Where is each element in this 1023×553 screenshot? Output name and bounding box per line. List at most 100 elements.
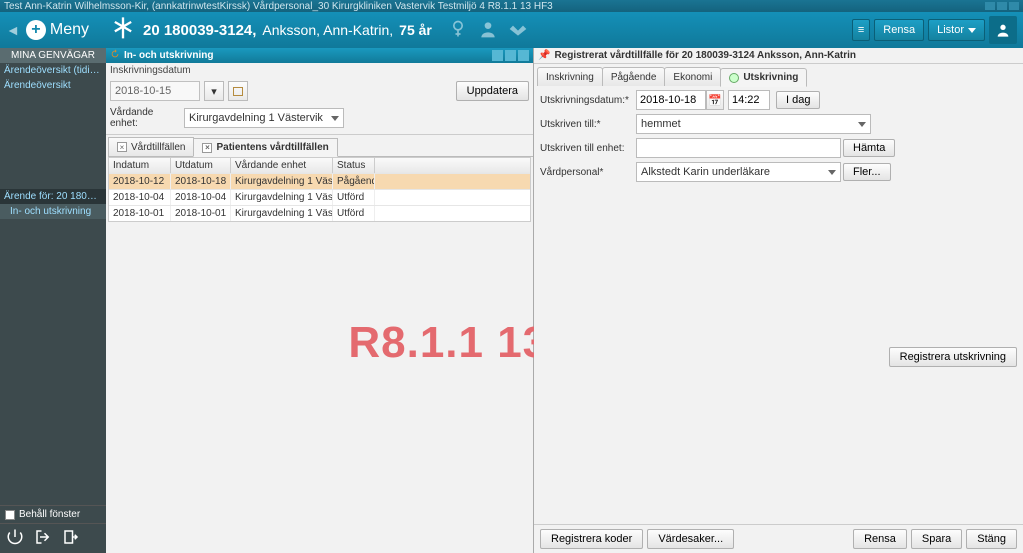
registered-title: Registrerat vårdtillfälle för 20 180039-… [554,50,856,61]
cell-ut: 2018-10-01 [171,206,231,221]
vardande-enhet-value2: Kirurgavdelning 1 Västervik [189,112,323,124]
gender-female-icon [448,19,468,42]
pane-min-icon[interactable] [492,50,503,61]
tab-utskrivning[interactable]: Utskrivning [720,68,807,87]
tab-label: Pågående [611,72,657,83]
col-utdatum[interactable]: Utdatum [171,158,231,173]
keep-window-row[interactable]: Behåll fönster [0,505,106,523]
hamta-button[interactable]: Hämta [843,139,895,157]
right-footer: Registrera koder Värdesaker... Rensa Spa… [534,524,1023,553]
maximize-icon[interactable] [997,2,1007,10]
window-controls [985,2,1019,10]
tab-label: Utskrivning [743,72,798,83]
cell-ut: 2018-10-04 [171,190,231,205]
logout-icon[interactable] [34,528,52,549]
stang-button[interactable]: Stäng [966,529,1017,549]
idag-button[interactable]: I dag [776,91,820,109]
chevron-down-icon [968,28,976,33]
vardpersonal-value: Alkstedt Karin underläkare [641,166,770,178]
minimize-icon[interactable] [985,2,995,10]
pane-close-icon[interactable] [518,50,529,61]
sidebar-bottom-icons [0,523,106,553]
tab-label: Patientens vårdtillfällen [216,142,328,153]
idag-label: I dag [786,94,810,106]
utskriven-enhet-input[interactable] [636,138,841,158]
app-header: ◄ + Meny 20 180039-3124, Anksson, Ann-Ka… [0,12,1023,48]
cell-in: 2018-10-04 [109,190,171,205]
tab-close-icon[interactable]: × [117,142,127,152]
star-of-life-icon [109,15,137,46]
filter-button[interactable]: ≡ [852,19,870,41]
utskriven-till-value: hemmet [641,118,681,130]
inskr-label: Inskrivningsdatum [106,63,533,78]
rensa-button-footer[interactable]: Rensa [853,529,907,549]
inskr-date-input[interactable] [110,81,200,101]
registrera-utskrivning-button[interactable]: Registrera utskrivning [889,347,1017,367]
sidebar-link-arendeoversikt-old[interactable]: Ärendeöversikt (tidigare version) [0,63,106,78]
vardande-enhet-select[interactable]: Kirurgavdelning 1 Västervik [184,108,344,128]
utskriven-till-select[interactable]: hemmet [636,114,871,134]
keep-window-checkbox[interactable] [5,510,15,520]
grid-header: Indatum Utdatum Vårdande enhet Status [109,158,530,173]
left-pane: In- och utskrivning Inskrivningsdatum ▾ … [106,48,534,553]
back-icon[interactable]: ◄ [6,22,20,38]
user-menu-button[interactable] [989,16,1017,44]
close-icon[interactable] [1009,2,1019,10]
cell-status: Utförd [333,190,375,205]
registered-header: 📌 Registrerat vårdtillfälle för 20 18003… [534,48,1023,64]
tab-ekonomi[interactable]: Ekonomi [664,67,721,86]
menu-label: Meny [50,21,89,39]
col-status[interactable]: Status [333,158,375,173]
grid-row[interactable]: 2018-10-01 2018-10-01 Kirurgavdelning 1 … [109,205,530,221]
cell-enhet: Kirurgavdelning 1 Västervik [231,174,333,189]
tab-pagaende[interactable]: Pågående [602,67,666,86]
chevron-down-icon [331,116,339,121]
date-spinner-icon[interactable]: ▾ [204,81,224,101]
chevron-down-icon [828,170,836,175]
vardpersonal-label: Vårdpersonal* [540,167,636,178]
tab-label: Ekonomi [673,72,712,83]
utdatum-label: Utskrivningsdatum:* [540,95,636,106]
plus-icon: + [26,20,46,40]
tab-label: Vårdtillfällen [131,142,185,153]
grid-row[interactable]: 2018-10-12 2018-10-18 Kirurgavdelning 1 … [109,173,530,189]
chevron-down-icon [858,122,866,127]
menu-button[interactable]: + Meny [26,20,89,40]
fler-button[interactable]: Fler... [843,163,891,181]
power-icon[interactable] [6,528,24,549]
sidebar-link-arendeoversikt[interactable]: Ärendeöversikt [0,78,106,93]
sidebar-open-inut[interactable]: In- och utskrivning [0,204,106,219]
col-enhet[interactable]: Vårdande enhet [231,158,333,173]
cell-enhet: Kirurgavdelning 1 Västervik [231,206,333,221]
uppdatera-button[interactable]: Uppdatera [456,81,529,101]
tab-inskrivning[interactable]: Inskrivning [537,67,603,86]
handshake-icon [508,19,528,42]
sidebar-open-arende[interactable]: Ärende för: 20 180039-3124 * ... [0,189,106,204]
cell-in: 2018-10-12 [109,174,171,189]
exit-icon[interactable] [62,528,80,549]
vardpersonal-select[interactable]: Alkstedt Karin underläkare [636,162,841,182]
calendar-icon[interactable] [228,81,248,101]
utdatum-input[interactable] [636,90,706,110]
utskrivning-form: Utskrivningsdatum:* 📅 I dag Utskriven ti… [534,86,1023,190]
calendar-icon[interactable]: 📅 [706,90,724,110]
col-indatum[interactable]: Indatum [109,158,171,173]
pane-max-icon[interactable] [505,50,516,61]
tab-label: Inskrivning [546,72,594,83]
tab-vardtillfallen[interactable]: × Vårdtillfällen [108,137,194,156]
sidebar: MINA GENVÄGAR Ärendeöversikt (tidigare v… [0,48,106,553]
reload-icon[interactable] [110,49,120,62]
spara-button[interactable]: Spara [911,529,962,549]
tab-patientens-vardtillfallen[interactable]: × Patientens vårdtillfällen [193,138,337,157]
uttime-input[interactable] [728,90,770,110]
grid-row[interactable]: 2018-10-04 2018-10-04 Kirurgavdelning 1 … [109,189,530,205]
rensa-button[interactable]: Rensa [874,19,924,41]
cell-status: Pågående [333,174,375,189]
tab-close-icon[interactable]: × [202,143,212,153]
cell-enhet: Kirurgavdelning 1 Västervik [231,190,333,205]
vardesaker-button[interactable]: Värdesaker... [647,529,734,549]
vardande-enhet-label: Vårdande enhet: [110,107,180,129]
listor-button[interactable]: Listor [928,19,985,41]
patient-name: Anksson, Ann-Katrin, [262,22,393,38]
registrera-koder-button[interactable]: Registrera koder [540,529,643,549]
